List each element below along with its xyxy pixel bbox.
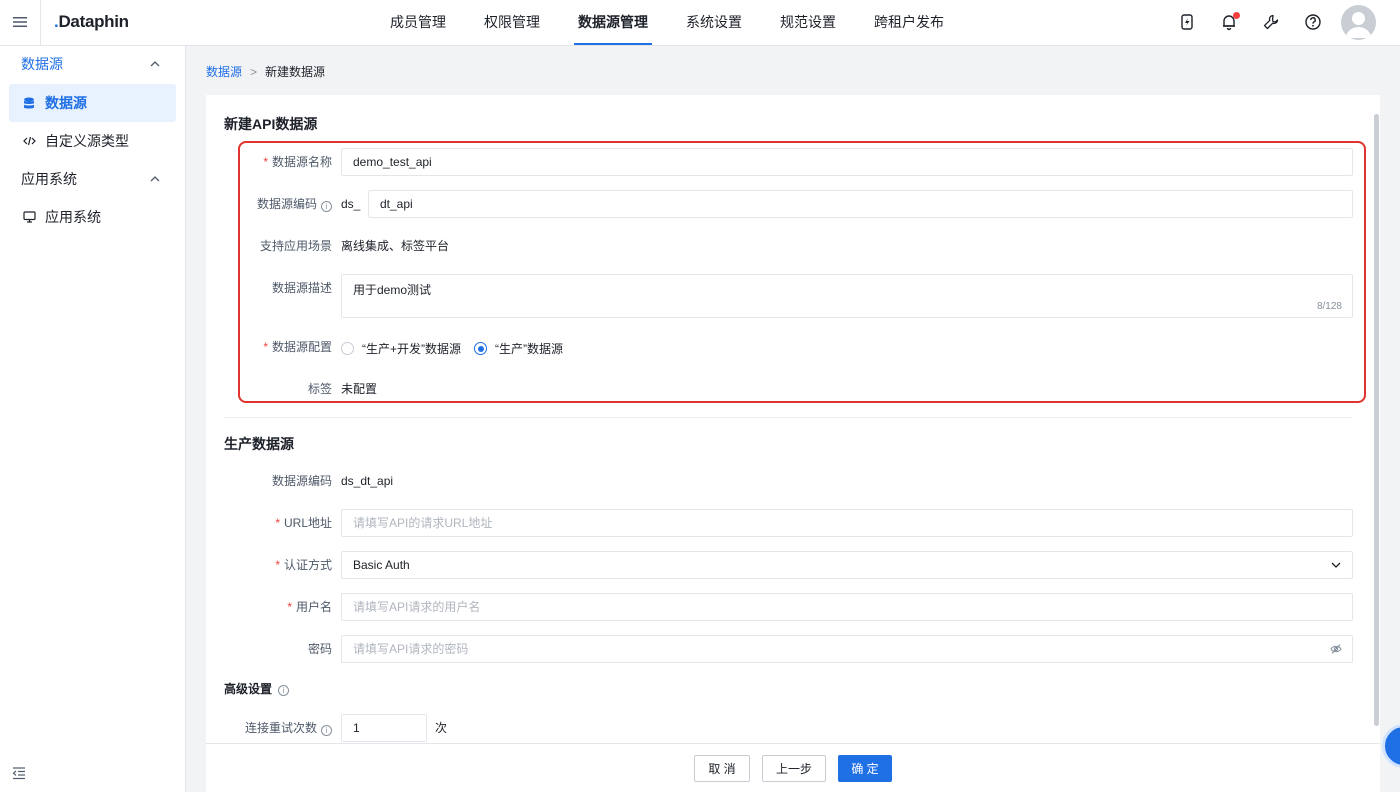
- top-nav: 成员管理 权限管理 数据源管理 系统设置 规范设置 跨租户发布: [390, 0, 982, 46]
- floating-help-button[interactable]: [1382, 724, 1400, 768]
- top-bar: .Dataphin 成员管理 权限管理 数据源管理 系统设置 规范设置 跨租户发…: [0, 0, 1400, 46]
- breadcrumb: 数据源 > 新建数据源: [206, 63, 325, 80]
- url-label: * URL地址: [275, 516, 332, 530]
- form-title: 新建API数据源: [224, 116, 318, 132]
- menu-icon[interactable]: [12, 14, 28, 30]
- desc-text: 用于demo测试: [353, 283, 432, 297]
- radio-circle-checked: [474, 342, 487, 355]
- nav-datasource-management[interactable]: 数据源管理: [574, 0, 652, 46]
- avatar[interactable]: [1341, 5, 1376, 40]
- confirm-button[interactable]: 确 定: [838, 755, 892, 782]
- username-label: * 用户名: [287, 600, 332, 614]
- bell-icon[interactable]: [1220, 12, 1240, 33]
- scene-value: 离线集成、标签平台: [341, 239, 450, 253]
- password-label: 密码: [307, 642, 332, 656]
- collapse-sidebar-icon[interactable]: [12, 766, 26, 780]
- eye-slash-icon[interactable]: [1330, 643, 1342, 655]
- prod-code-label: 数据源编码: [271, 474, 332, 488]
- sidebar-item-app-system[interactable]: 应用系统: [9, 198, 176, 236]
- lightning-icon[interactable]: [1178, 13, 1198, 33]
- radio-prod-dev[interactable]: “生产+开发”数据源: [341, 340, 461, 357]
- wrench-icon[interactable]: [1262, 13, 1282, 33]
- retry-label: 连接重试次数 i: [206, 720, 332, 736]
- sidebar-group-datasource[interactable]: 数据源: [0, 46, 186, 82]
- radio-prod-only[interactable]: “生产”数据源: [474, 340, 563, 357]
- config-label: * 数据源配置: [263, 340, 332, 354]
- advanced-title: 高级设置 i: [224, 680, 290, 697]
- breadcrumb-separator: >: [250, 65, 258, 79]
- breadcrumb-current: 新建数据源: [265, 65, 326, 79]
- scene-label: 支持应用场景: [259, 239, 332, 253]
- nav-permission-management[interactable]: 权限管理: [484, 0, 540, 46]
- desc-char-count: 8/128: [1316, 301, 1342, 312]
- breadcrumb-parent-link[interactable]: 数据源: [206, 65, 242, 79]
- code-label: 数据源编码 i: [206, 196, 332, 212]
- top-icon-group: [1156, 12, 1324, 33]
- url-input[interactable]: 请填写API的请求URL地址: [341, 509, 1353, 537]
- nav-system-settings[interactable]: 系统设置: [686, 0, 742, 46]
- info-icon[interactable]: i: [278, 685, 290, 696]
- help-icon[interactable]: [1304, 13, 1324, 33]
- content-scrollbar[interactable]: [1374, 114, 1379, 726]
- nav-cross-tenant-publish[interactable]: 跨租户发布: [874, 0, 944, 46]
- info-icon[interactable]: i: [321, 725, 332, 736]
- auth-label: * 认证方式: [275, 558, 332, 572]
- info-icon[interactable]: i: [321, 201, 332, 212]
- retry-unit: 次: [435, 721, 448, 735]
- retry-count-input[interactable]: 1: [341, 714, 427, 742]
- tag-label: 标签: [307, 382, 332, 396]
- tag-value: 未配置: [341, 382, 378, 396]
- datasource-code-input[interactable]: dt_api: [368, 190, 1353, 218]
- desc-label: 数据源描述: [271, 281, 332, 295]
- sidebar-item-custom-source-type[interactable]: 自定义源类型: [9, 122, 176, 160]
- production-title: 生产数据源: [224, 436, 294, 452]
- form-footer: 取 消 上一步 确 定: [206, 743, 1380, 792]
- sidebar: 数据源 数据源 自定义源类型 应用系统 应用系统: [0, 46, 186, 792]
- code-prefix: ds_: [341, 197, 361, 211]
- datasource-desc-textarea[interactable]: 用于demo测试 8/128: [341, 274, 1353, 318]
- name-label: * 数据源名称: [263, 155, 332, 169]
- nav-member-management[interactable]: 成员管理: [390, 0, 446, 46]
- code-icon: [22, 134, 36, 148]
- nav-standard-settings[interactable]: 规范设置: [780, 0, 836, 46]
- notification-badge: [1233, 12, 1240, 19]
- form-panel: 新建API数据源 * 数据源名称 demo_test_api 数据源编码 i ds_…: [206, 95, 1380, 743]
- password-input[interactable]: 请填写API请求的密码: [341, 635, 1353, 663]
- highlight-box: [238, 141, 1366, 403]
- sidebar-group-app-system[interactable]: 应用系统: [0, 161, 186, 197]
- cancel-button[interactable]: 取 消: [694, 755, 750, 782]
- section-divider: [224, 417, 1352, 418]
- auth-method-select[interactable]: Basic Auth: [341, 551, 1353, 579]
- monitor-icon: [22, 210, 36, 224]
- prod-code-value: ds_dt_api: [341, 474, 394, 488]
- datasource-name-input[interactable]: demo_test_api: [341, 148, 1353, 176]
- database-icon: [22, 96, 36, 110]
- chevron-up-icon: [150, 176, 160, 182]
- username-input[interactable]: 请填写API请求的用户名: [341, 593, 1353, 621]
- radio-circle: [341, 342, 354, 355]
- sidebar-item-datasource[interactable]: 数据源: [9, 84, 176, 122]
- chevron-down-icon: [1331, 562, 1341, 568]
- top-divider: [40, 0, 41, 46]
- chevron-up-icon: [150, 61, 160, 67]
- app-logo[interactable]: .Dataphin: [54, 12, 129, 32]
- prev-step-button[interactable]: 上一步: [762, 755, 826, 782]
